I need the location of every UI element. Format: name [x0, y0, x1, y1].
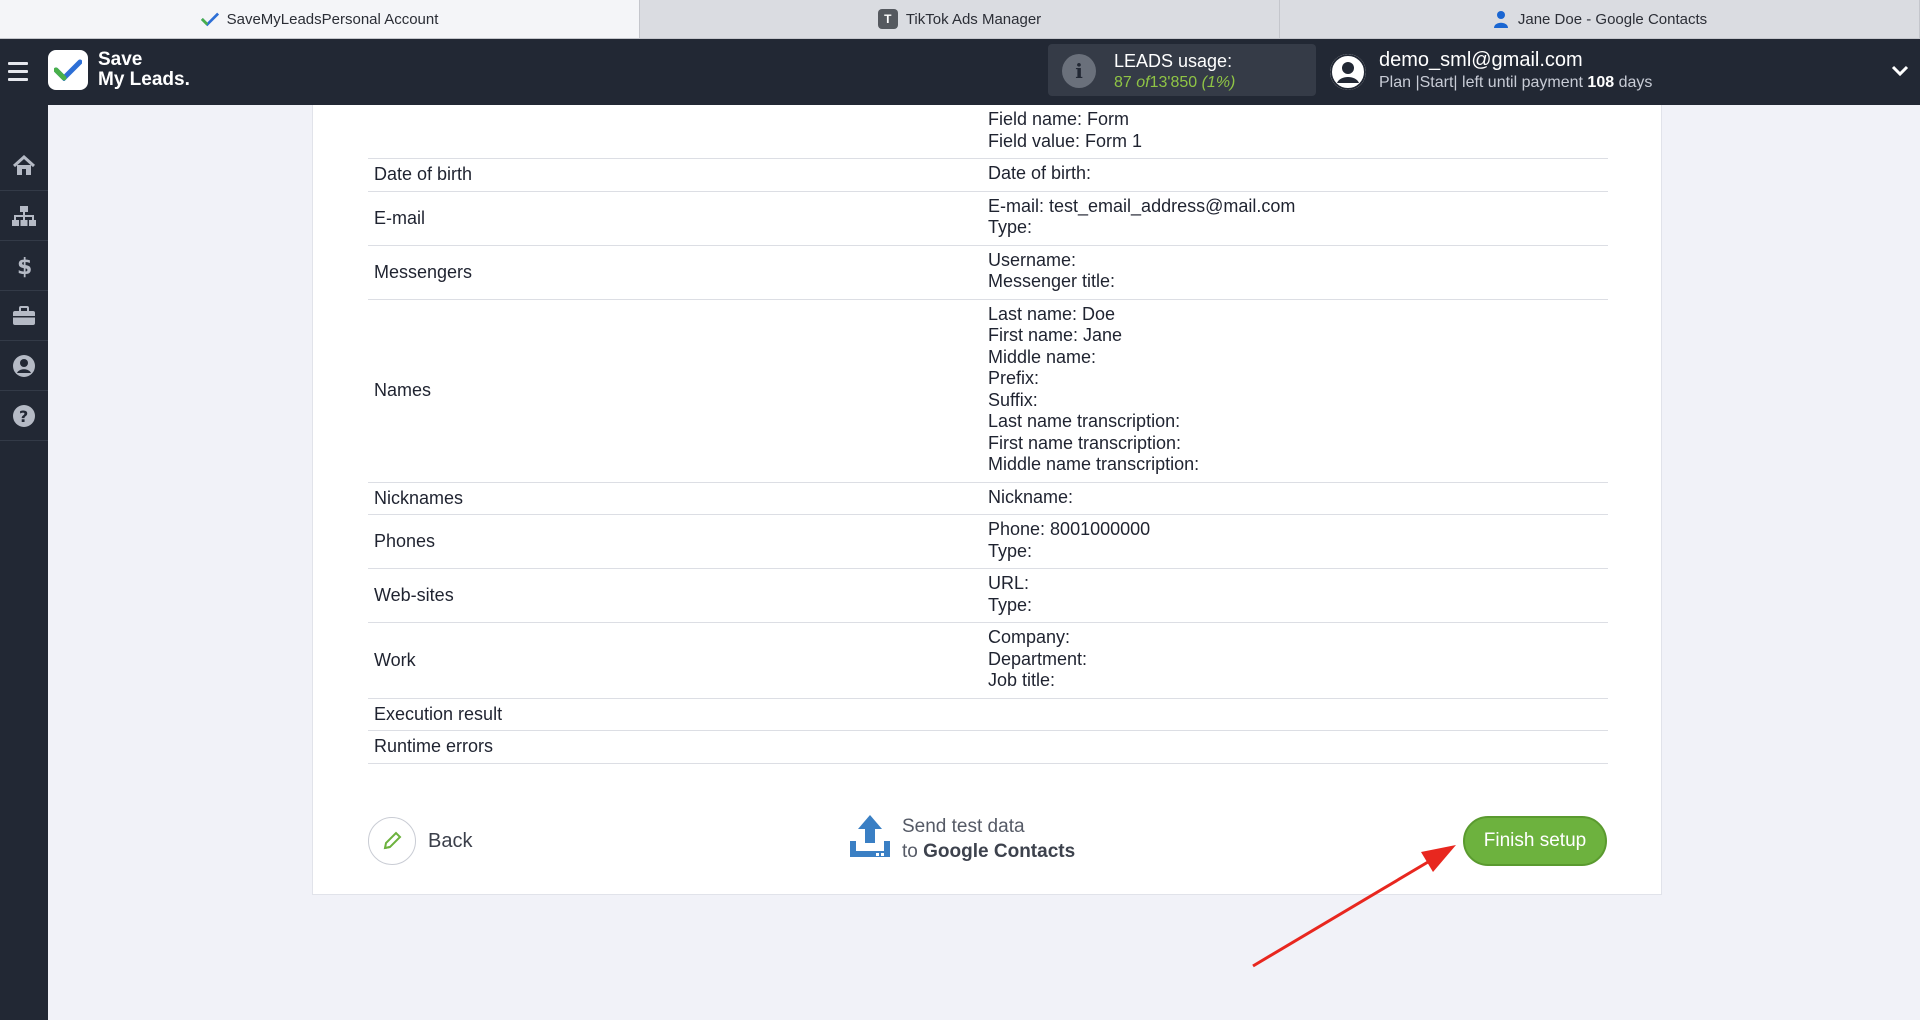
table-row: Work Company: Department: Job title:	[368, 623, 1608, 699]
table-row: Nicknames Nickname:	[368, 483, 1608, 515]
field-value-line: URL:	[988, 573, 1030, 593]
browser-tab-label: Jane Doe - Google Contacts	[1517, 10, 1708, 28]
field-value-line	[988, 703, 1608, 725]
field-values: Phone: 8001000000 Type:	[988, 515, 1608, 568]
table-row: Phones Phone: 8001000000 Type:	[368, 515, 1608, 569]
field-value-line: Field name: Form	[988, 109, 1130, 129]
field-value-line: Phone: 8001000000	[988, 519, 1151, 539]
field-value-line: First name transcription:	[988, 432, 1182, 453]
table-row: E-mail E-mail: test_email_address@mail.co…	[368, 192, 1608, 246]
back-button[interactable]: Back	[368, 817, 472, 865]
table-row: Date of birth Date of birth:	[368, 159, 1608, 192]
app-logo[interactable]: Save My Leads.	[48, 50, 190, 90]
checkmark-icon	[200, 10, 219, 28]
field-name: Messengers	[374, 261, 473, 282]
field-name: Web-sites	[374, 585, 454, 605]
field-name: Names	[374, 380, 432, 400]
table-row: Execution result	[368, 699, 1608, 731]
field-value-line	[988, 735, 1608, 757]
field-name: Work	[374, 649, 416, 670]
field-values	[988, 731, 1608, 763]
field-name: E-mail	[374, 207, 426, 228]
browser-tab-google-contacts[interactable]: Jane Doe - Google Contacts	[1280, 0, 1920, 38]
pencil-icon	[368, 817, 416, 865]
browser-tab-label: TikTok Ads Manager	[905, 10, 1042, 28]
field-value-line: E-mail: test_email_address@mail.com	[988, 195, 1296, 216]
field-value-line: Type:	[988, 540, 1033, 561]
logo-text: Save My Leads.	[98, 49, 190, 90]
field-values: Field name: Form Field value: Form 1	[988, 105, 1608, 158]
back-label: Back	[428, 829, 473, 852]
table-row: Runtime errors	[368, 731, 1608, 764]
field-values: Username: Messenger title:	[988, 246, 1608, 299]
account-email[interactable]: demo_sml@gmail.com	[1379, 49, 1583, 72]
field-value-line: Prefix:	[988, 368, 1040, 388]
field-value-line: Date of birth:	[988, 163, 1092, 183]
dollar-icon[interactable]: $	[0, 241, 48, 291]
table-row: Web-sites URL: Type:	[368, 569, 1608, 623]
field-values: E-mail: test_email_address@mail.com Type:	[988, 192, 1608, 245]
field-value-line: Type:	[988, 217, 1033, 237]
field-value-line: Suffix:	[988, 389, 1038, 410]
field-value-line: Last name transcription:	[988, 411, 1181, 431]
top-app-bar: Save My Leads. i LEADS usage: 87 of13'85…	[0, 39, 1920, 105]
svg-text:$: $	[17, 255, 32, 278]
left-sidebar: $ ?	[0, 105, 48, 1020]
finish-setup-button[interactable]: Finish setup	[1463, 816, 1607, 866]
person-icon	[1492, 10, 1510, 28]
home-icon[interactable]	[0, 141, 48, 191]
browser-tab-strip: SaveMyLeadsPersonal Account T TikTok Ads…	[0, 0, 1920, 39]
field-value-line: Field value: Form 1	[988, 130, 1143, 151]
browser-tab-label: SaveMyLeadsPersonal Account	[226, 10, 439, 28]
table-row: Field name: Form Field value: Form 1	[368, 105, 1608, 159]
field-values: Last name: Doe First name: Jane Middle nam…	[988, 300, 1608, 482]
briefcase-icon[interactable]	[0, 291, 48, 341]
browser-tab-savemyleads[interactable]: SaveMyLeadsPersonal Account	[0, 0, 640, 38]
field-name	[368, 105, 988, 158]
info-icon: i	[1062, 54, 1096, 88]
field-value-line: Type:	[988, 594, 1033, 615]
upload-icon	[848, 813, 892, 864]
send-test-data-label: Send test data to Google Contacts	[902, 815, 1076, 862]
usage-value: 87 of13'850 (1%)	[1114, 74, 1236, 91]
field-name: Runtime errors	[374, 736, 494, 757]
field-value-line: Middle name transcription:	[988, 454, 1200, 474]
user-avatar-icon[interactable]	[1330, 54, 1366, 90]
logo-check-icon	[48, 50, 88, 90]
table-row: Names Last name: Doe First name: Jane Middl…	[368, 300, 1608, 483]
field-value-line: First name: Jane	[988, 325, 1123, 345]
field-value-line: Company:	[988, 627, 1071, 647]
field-values: Date of birth:	[988, 159, 1608, 191]
field-values: Company: Department: Job title:	[988, 623, 1608, 698]
field-name: Nicknames	[374, 487, 464, 508]
setup-card: Field name: Form Field value: Form 1 Date …	[312, 105, 1662, 895]
table-row: Messengers Username: Messenger title:	[368, 246, 1608, 300]
menu-icon[interactable]	[8, 59, 34, 83]
field-value-line: Middle name:	[988, 346, 1097, 367]
account-plan: Plan |Start| left until payment 108 days	[1379, 74, 1653, 91]
leads-usage-panel: i LEADS usage: 87 of13'850 (1%)	[1048, 44, 1316, 96]
browser-tab-tiktok[interactable]: T TikTok Ads Manager	[640, 0, 1280, 38]
sitemap-icon[interactable]	[0, 191, 48, 241]
t-letter-icon: T	[877, 9, 898, 29]
svg-text:?: ?	[19, 407, 28, 426]
send-test-data-button[interactable]: Send test data to Google Contacts	[848, 813, 1075, 864]
help-icon[interactable]: ?	[0, 391, 48, 441]
test-data-table: Field name: Form Field value: Form 1 Date …	[368, 105, 1608, 764]
field-name: Phones	[374, 531, 436, 551]
field-value-line: Messenger title:	[988, 271, 1116, 291]
field-value-line: Nickname:	[988, 486, 1074, 507]
field-value-line: Department:	[988, 648, 1088, 669]
field-values	[988, 699, 1608, 731]
field-value-line: Username:	[988, 249, 1077, 270]
field-name: Execution result	[374, 703, 503, 724]
field-value-line: Last name: Doe	[988, 303, 1116, 324]
field-value-line: Job title:	[988, 670, 1056, 690]
field-values: URL: Type:	[988, 569, 1608, 622]
user-circle-icon[interactable]	[0, 341, 48, 391]
field-values: Nickname:	[988, 483, 1608, 515]
chevron-down-icon[interactable]	[1890, 61, 1910, 81]
usage-title: LEADS usage:	[1114, 51, 1233, 71]
field-name: Date of birth	[374, 164, 473, 185]
